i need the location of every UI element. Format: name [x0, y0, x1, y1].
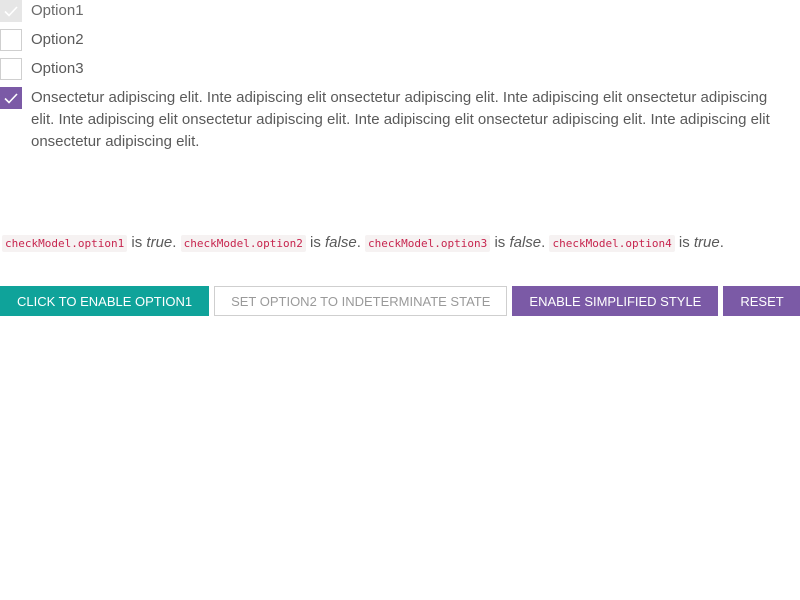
checkbox-option1-box[interactable] [0, 0, 22, 22]
status-code-option1: checkModel.option1 [2, 235, 128, 252]
checkbox-option1[interactable]: Option1 [0, 0, 84, 22]
status-is-word: is [678, 234, 690, 251]
status-is-word: is [494, 234, 506, 251]
checkbox-option2-label: Option2 [31, 31, 84, 48]
checkbox-option4-label: Onsectetur adipiscing elit. Inte adipisc… [31, 89, 770, 150]
check-model-status: checkModel.option1 is true. checkModel.o… [2, 232, 724, 255]
checkbox-option3-label: Option3 [31, 60, 84, 77]
checkmark-icon [4, 92, 18, 104]
checkbox-option1-label: Option1 [31, 2, 84, 19]
checkbox-option4[interactable]: Onsectetur adipiscing elit. Inte adipisc… [0, 87, 790, 153]
checkbox-option2[interactable]: Option2 [0, 29, 84, 51]
status-code-option4: checkModel.option4 [549, 235, 675, 252]
checkbox-option2-box[interactable] [0, 29, 22, 51]
status-code-option3: checkModel.option3 [365, 235, 491, 252]
status-is-word: is [131, 234, 143, 251]
status-value-option3: false [509, 234, 542, 251]
status-value-option1: true [146, 234, 173, 251]
simplified-style-button[interactable]: ENABLE SIMPLIFIED STYLE [512, 286, 719, 316]
set-indeterminate-button[interactable]: SET OPTION2 TO INDETERMINATE STATE [214, 286, 508, 316]
enable-option1-button[interactable]: CLICK TO ENABLE OPTION1 [0, 286, 210, 316]
checkbox-option3-box[interactable] [0, 58, 22, 80]
status-code-option2: checkModel.option2 [180, 235, 306, 252]
status-value-option2: false [325, 234, 357, 251]
action-buttons: CLICK TO ENABLE OPTION1 SET OPTION2 TO I… [0, 286, 800, 316]
reset-button[interactable]: RESET [723, 286, 800, 316]
checkbox-option4-box[interactable] [0, 87, 22, 109]
checkbox-option3[interactable]: Option3 [0, 58, 84, 80]
checkmark-icon [4, 5, 18, 17]
status-is-word: is [310, 234, 321, 251]
status-value-option4: true [693, 234, 720, 251]
